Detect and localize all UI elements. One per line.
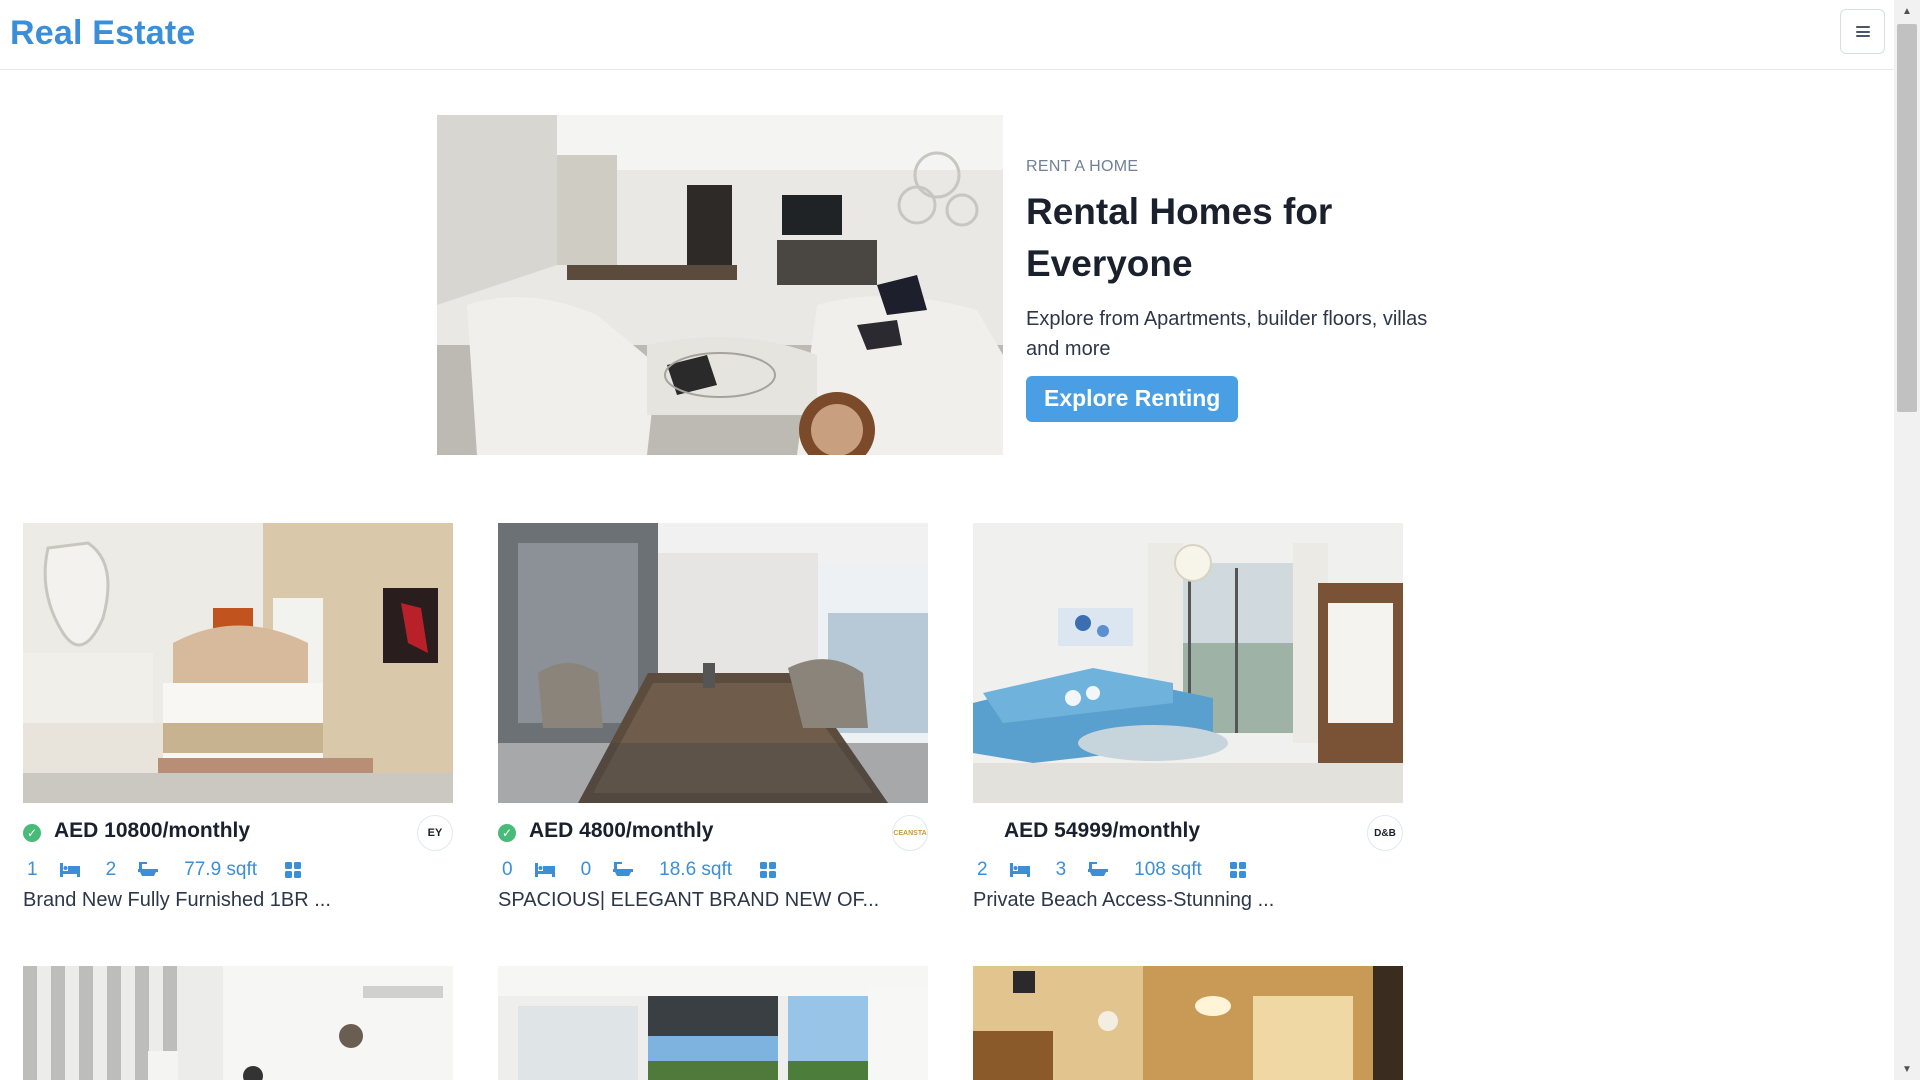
agency-logo[interactable]: CEANSTA [892, 815, 928, 851]
listing-image[interactable] [973, 523, 1403, 803]
listing-image[interactable] [973, 966, 1403, 1080]
listing-title[interactable]: Private Beach Access-Stunning ... [973, 889, 1403, 912]
hero-title-line2: Everyone [1026, 243, 1193, 284]
rooms-count: 0 [502, 859, 513, 880]
agency-logo-text: CEANSTA [893, 829, 927, 837]
listing-stats: 2 3 108 sqft [973, 855, 1403, 885]
listing-stats: 1 2 77.9 sqft [23, 855, 453, 885]
brand-logo[interactable]: Real Estate [10, 14, 196, 53]
scroll-thumb[interactable] [1897, 24, 1917, 412]
listing-card[interactable]: ✓ AED 10800/monthly EY 1 2 77.9 sqft Bra… [23, 523, 453, 912]
price-row: ✓ AED 10800/monthly EY [23, 815, 453, 855]
scroll-down-arrow-icon[interactable]: ▼ [1894, 1058, 1920, 1080]
listing-title[interactable]: Brand New Fully Furnished 1BR ... [23, 889, 453, 912]
agency-logo-text: EY [427, 827, 443, 839]
menu-toggle-button[interactable] [1840, 9, 1885, 54]
listing-image[interactable] [23, 966, 453, 1080]
hamburger-icon [1855, 26, 1870, 37]
top-navbar: Real Estate [0, 0, 1894, 70]
listing-image[interactable] [498, 966, 928, 1080]
listing-image[interactable] [498, 523, 928, 803]
agency-logo[interactable]: D&B [1367, 815, 1403, 851]
listing-image[interactable] [23, 523, 453, 803]
listing-card[interactable]: ✓ AED 4800/monthly CEANSTA 0 0 18.6 sqft… [498, 523, 928, 912]
hero-title-line1: Rental Homes for [1026, 191, 1333, 232]
grid-icon [285, 862, 302, 878]
grid-icon [760, 862, 777, 878]
agency-logo-text: D&B [1374, 827, 1396, 839]
hero-content: RENT A HOME Rental Homes for Everyone Ex… [1026, 158, 1466, 422]
bed-icon [59, 863, 80, 877]
listing-price: AED 4800/monthly [529, 819, 714, 842]
area-value: 108 sqft [1134, 859, 1202, 880]
bath-icon [613, 862, 634, 878]
price-row: AED 54999/monthly D&B [973, 815, 1403, 855]
agency-logo[interactable]: EY [417, 815, 453, 851]
page-scrollbar[interactable]: ▲ ▼ [1894, 0, 1920, 1080]
check-circle-icon: ✓ [23, 824, 41, 842]
hero-kicker: RENT A HOME [1026, 158, 1139, 175]
listing-card[interactable]: AED 54999/monthly D&B 2 3 108 sqft Priva… [973, 523, 1403, 912]
rooms-count: 1 [27, 859, 38, 880]
listing-stats: 0 0 18.6 sqft [498, 855, 928, 885]
price-row: ✓ AED 4800/monthly CEANSTA [498, 815, 928, 855]
listing-price: AED 10800/monthly [54, 819, 251, 842]
explore-renting-button[interactable]: Explore Renting [1026, 376, 1239, 422]
grid-icon [1229, 862, 1246, 878]
check-circle-icon: ✓ [498, 824, 516, 842]
hero-title: Rental Homes for Everyone [1026, 186, 1466, 290]
listing-price: AED 54999/monthly [1004, 819, 1201, 842]
rooms-count: 2 [977, 859, 988, 880]
listing-title[interactable]: SPACIOUS| ELEGANT BRAND NEW OF... [498, 889, 928, 912]
baths-count: 3 [1055, 859, 1067, 880]
baths-count: 0 [580, 859, 592, 880]
hero-subtitle: Explore from Apartments, builder floors,… [1026, 308, 1428, 360]
area-value: 77.9 sqft [184, 859, 258, 880]
hero-image [437, 115, 1003, 455]
bed-icon [534, 863, 555, 877]
bath-icon [138, 862, 159, 878]
scroll-up-arrow-icon[interactable]: ▲ [1894, 0, 1920, 22]
bath-icon [1088, 862, 1109, 878]
bed-icon [1009, 863, 1030, 877]
baths-count: 2 [105, 859, 117, 880]
area-value: 18.6 sqft [659, 859, 733, 880]
